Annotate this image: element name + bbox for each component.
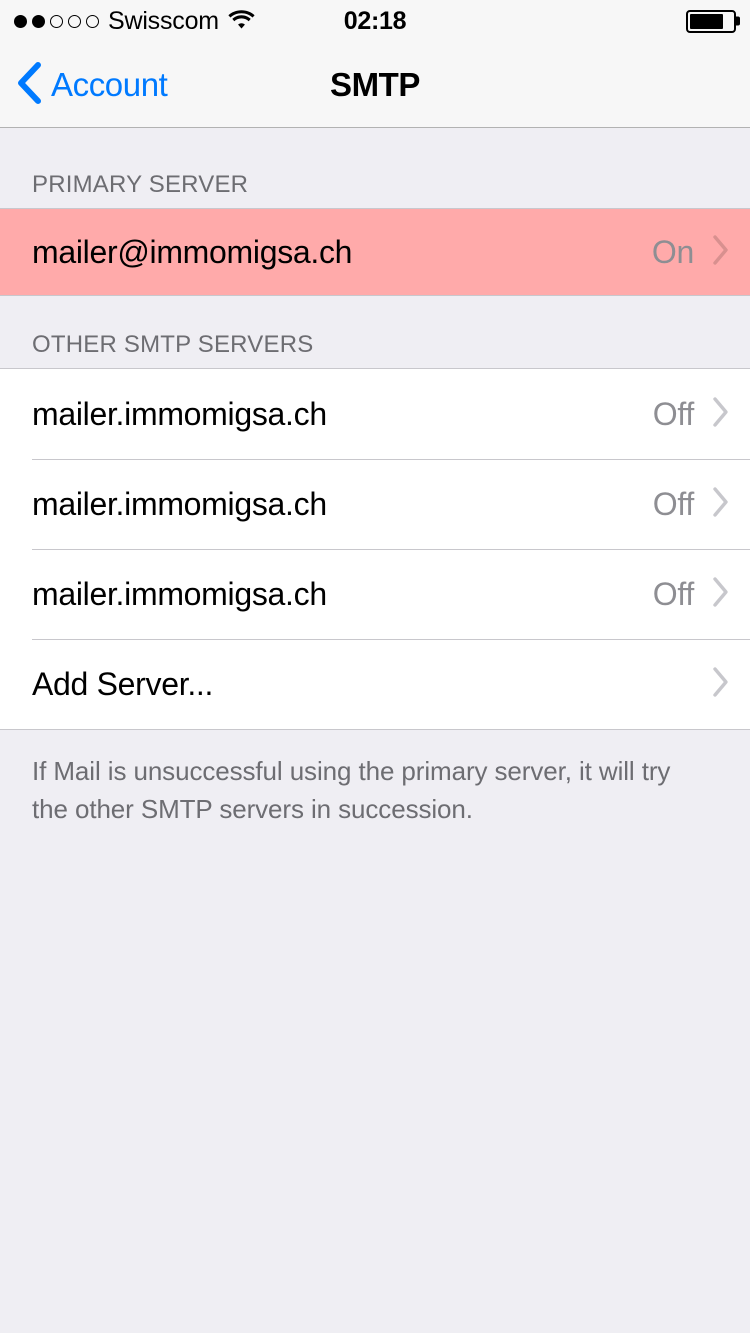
primary-server-status: On <box>651 234 694 270</box>
add-server-accessory <box>712 666 730 703</box>
signal-dot-1 <box>14 14 27 28</box>
signal-dot-3 <box>50 14 63 28</box>
other-smtp-servers-group: mailer.immomigsa.ch Off mailer.immomigsa… <box>0 368 750 730</box>
status-bar-left: Swisscom <box>14 6 255 35</box>
smtp-server-row[interactable]: mailer.immomigsa.ch Off <box>0 459 750 549</box>
add-server-label: Add Server... <box>32 666 214 702</box>
primary-server-accessory: On <box>652 234 730 271</box>
battery-fill <box>690 13 723 29</box>
chevron-right-icon <box>712 576 730 613</box>
section-header-other-smtp-servers: OTHER SMTP SERVERS <box>0 296 750 368</box>
wifi-icon <box>228 9 255 34</box>
primary-server-label: mailer@immomigsa.ch <box>32 234 353 270</box>
smtp-server-accessory: Off <box>653 576 730 613</box>
chevron-right-icon <box>712 396 730 433</box>
battery-icon <box>686 9 736 33</box>
primary-server-group: mailer@immomigsa.ch On <box>0 208 750 296</box>
chevron-right-icon <box>712 486 730 523</box>
smtp-server-status: Off <box>652 396 695 432</box>
smtp-server-label: mailer.immomigsa.ch <box>32 396 327 432</box>
chevron-left-icon <box>16 61 42 110</box>
back-button-label: Account <box>51 66 168 103</box>
signal-dot-5 <box>86 14 99 28</box>
section-header-primary-server: PRIMARY SERVER <box>0 128 750 208</box>
status-bar-right <box>686 9 736 33</box>
smtp-server-accessory: Off <box>653 396 730 433</box>
smtp-server-status: Off <box>652 486 695 522</box>
signal-dot-4 <box>68 14 81 28</box>
section-footer-note: If Mail is unsuccessful using the primar… <box>32 756 671 824</box>
primary-server-row[interactable]: mailer@immomigsa.ch On <box>0 209 750 295</box>
carrier-label: Swisscom <box>108 6 219 35</box>
iphone-screen: Swisscom 02:18 Account SMTP PRIMARY SERV… <box>0 0 750 1333</box>
back-button[interactable]: Account <box>16 59 168 110</box>
signal-dot-2 <box>32 14 45 28</box>
smtp-server-row[interactable]: mailer.immomigsa.ch Off <box>0 369 750 459</box>
status-bar: Swisscom 02:18 <box>0 0 750 42</box>
chevron-right-icon <box>712 234 730 271</box>
smtp-server-status: Off <box>652 576 695 612</box>
smtp-server-label: mailer.immomigsa.ch <box>32 486 327 522</box>
chevron-right-icon <box>712 666 730 703</box>
smtp-server-row[interactable]: mailer.immomigsa.ch Off <box>0 549 750 639</box>
settings-content: PRIMARY SERVER mailer@immomigsa.ch On OT… <box>0 128 750 1332</box>
add-server-row[interactable]: Add Server... <box>0 639 750 729</box>
smtp-server-accessory: Off <box>653 486 730 523</box>
smtp-server-label: mailer.immomigsa.ch <box>32 576 327 612</box>
cellular-signal-icon <box>14 14 99 28</box>
navigation-bar: Account SMTP <box>0 42 750 128</box>
